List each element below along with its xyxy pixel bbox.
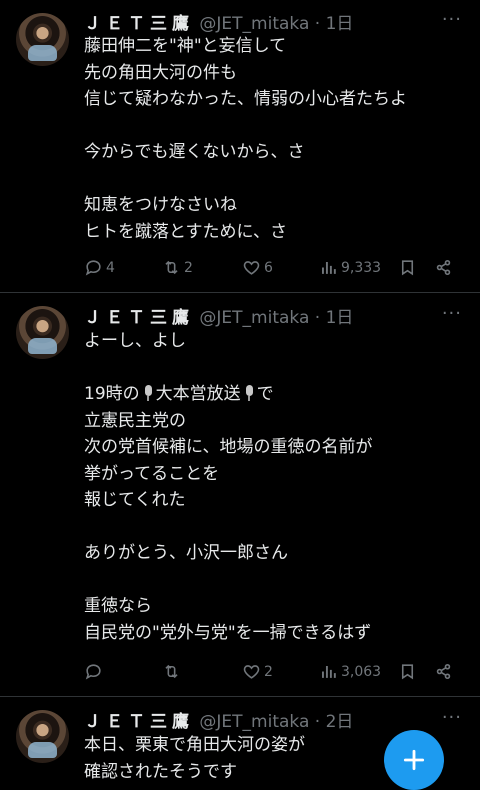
tweet-text: 藤田伸二を"神"と妄信して 先の角田大河の件も 信じて疑わなかった、情弱の小心者…: [84, 36, 407, 242]
compose-button[interactable]: [384, 730, 444, 790]
reply-icon: [85, 260, 101, 276]
reply-button[interactable]: [84, 662, 106, 681]
tweet-actions: 4 2 6 9,333: [84, 258, 464, 280]
view-count: 3,063: [341, 663, 382, 680]
views-icon: [322, 261, 336, 274]
tweet-text: 本日、栗東で角田大河の姿が 確認されたそうです: [84, 735, 305, 782]
more-icon[interactable]: ···: [442, 707, 462, 728]
handle-and-time[interactable]: @JET_mitaka · 1日: [199, 308, 353, 328]
handle-and-time[interactable]: @JET_mitaka · 2日: [199, 712, 353, 732]
tweet-text-line: 大本営放送: [155, 384, 241, 404]
tweet-header: ＪＥＴ三鷹 @JET_mitaka · 1日: [84, 303, 353, 328]
handle-and-time[interactable]: @JET_mitaka · 1日: [199, 14, 353, 34]
tweet-actions: 2 3,063: [84, 662, 464, 684]
retweet-button[interactable]: [162, 662, 184, 681]
display-name[interactable]: ＪＥＴ三鷹: [84, 712, 194, 732]
microphone-icon: [143, 385, 153, 401]
tweet[interactable]: ＪＥＴ三鷹 @JET_mitaka · 1日 ··· よーし、よし 19時の 大本…: [0, 293, 480, 695]
share-icon: [436, 259, 451, 276]
share-icon: [436, 663, 451, 680]
avatar[interactable]: [16, 306, 69, 359]
avatar[interactable]: [16, 13, 69, 66]
retweet-button[interactable]: 2: [162, 258, 193, 277]
bookmark-icon: [401, 664, 414, 680]
heart-icon: [243, 261, 260, 275]
retweet-icon: [165, 260, 178, 275]
tweet-header: ＪＥＴ三鷹 @JET_mitaka · 2日: [84, 707, 353, 732]
plus-icon: [403, 749, 425, 771]
reply-count: 4: [106, 259, 115, 276]
microphone-icon: [244, 385, 254, 401]
display-name[interactable]: ＪＥＴ三鷹: [84, 14, 194, 34]
tweet-header: ＪＥＴ三鷹 @JET_mitaka · 1日: [84, 9, 353, 34]
tweet[interactable]: ＪＥＴ三鷹 @JET_mitaka · 1日 ··· 藤田伸二を"神"と妄信して…: [0, 0, 480, 292]
retweet-count: 2: [184, 259, 193, 276]
like-count: 6: [264, 259, 273, 276]
tweet-text-body: 立憲民主党の 次の党首候補に、地場の重徳の名前が 挙がってることを 報じてくれた…: [84, 410, 373, 643]
bookmark-button[interactable]: [398, 662, 417, 681]
heart-icon: [243, 665, 260, 679]
like-button[interactable]: 6: [242, 258, 273, 277]
tweet-text-line: 19時の: [84, 384, 140, 404]
more-icon[interactable]: ···: [442, 9, 462, 30]
views-icon: [322, 665, 336, 678]
tweet-text-line: で: [256, 384, 274, 404]
share-button[interactable]: [434, 258, 453, 277]
display-name[interactable]: ＪＥＴ三鷹: [84, 308, 194, 328]
bookmark-button[interactable]: [398, 258, 417, 277]
avatar[interactable]: [16, 710, 69, 763]
views-button[interactable]: 3,063: [319, 662, 381, 681]
reply-icon: [85, 664, 101, 680]
tweet-text: よーし、よし 19時の 大本営放送で 立憲民主党の 次の党首候補に、地場の重徳の名…: [84, 328, 373, 646]
reply-button[interactable]: 4: [84, 258, 115, 277]
views-button[interactable]: 9,333: [319, 258, 381, 277]
like-count: 2: [264, 663, 273, 680]
bookmark-icon: [401, 260, 414, 276]
share-button[interactable]: [434, 662, 453, 681]
more-icon[interactable]: ···: [442, 303, 462, 324]
tweet-text-line: よーし、よし: [84, 331, 186, 351]
like-button[interactable]: 2: [242, 662, 273, 681]
view-count: 9,333: [341, 259, 382, 276]
retweet-icon: [165, 664, 178, 679]
